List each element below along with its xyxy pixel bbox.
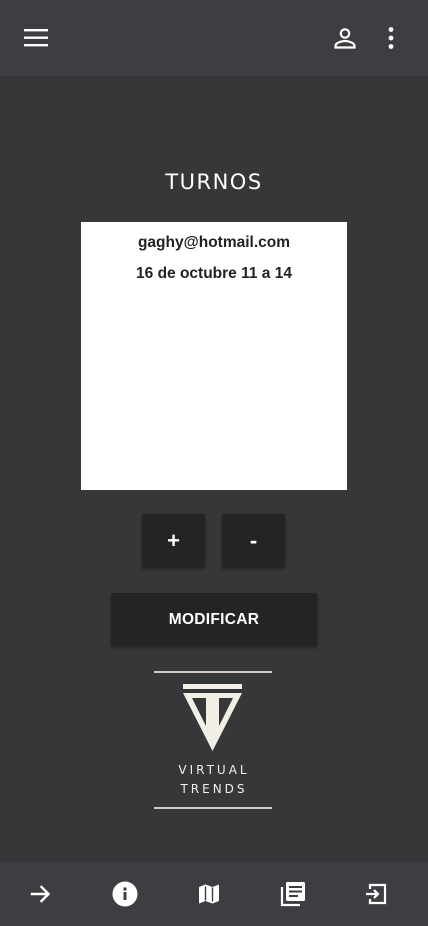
account-icon[interactable] [325,18,365,58]
library-books-icon[interactable] [273,874,313,914]
page-title: TURNOS [165,170,263,194]
virtual-trends-logo: VIRTUAL TRENDS [154,671,274,811]
logo-mark-icon [182,684,244,757]
arrow-forward-icon[interactable] [21,874,61,914]
top-app-bar [0,0,428,76]
app-root: TURNOS gaghy@hotmail.com 16 de octubre 1… [0,0,428,926]
map-icon[interactable] [189,874,229,914]
menu-icon[interactable] [17,18,57,58]
appointment-card: gaghy@hotmail.com 16 de octubre 11 a 14 [81,222,347,490]
minus-button[interactable]: - [222,514,285,567]
logo-word-trends: TRENDS [180,782,248,796]
modify-button[interactable]: MODIFICAR [111,593,317,646]
more-vert-icon[interactable] [376,18,406,58]
appointment-schedule: 16 de octubre 11 a 14 [136,265,292,282]
exit-icon[interactable] [356,874,396,914]
logo-divider-bottom [154,807,272,809]
logo-word-virtual: VIRTUAL [178,763,250,777]
plus-button[interactable]: + [142,514,205,567]
logo-divider-top [154,671,272,673]
appointment-email: gaghy@hotmail.com [137,234,291,251]
info-icon[interactable] [105,874,145,914]
bottom-nav-bar [0,862,428,926]
